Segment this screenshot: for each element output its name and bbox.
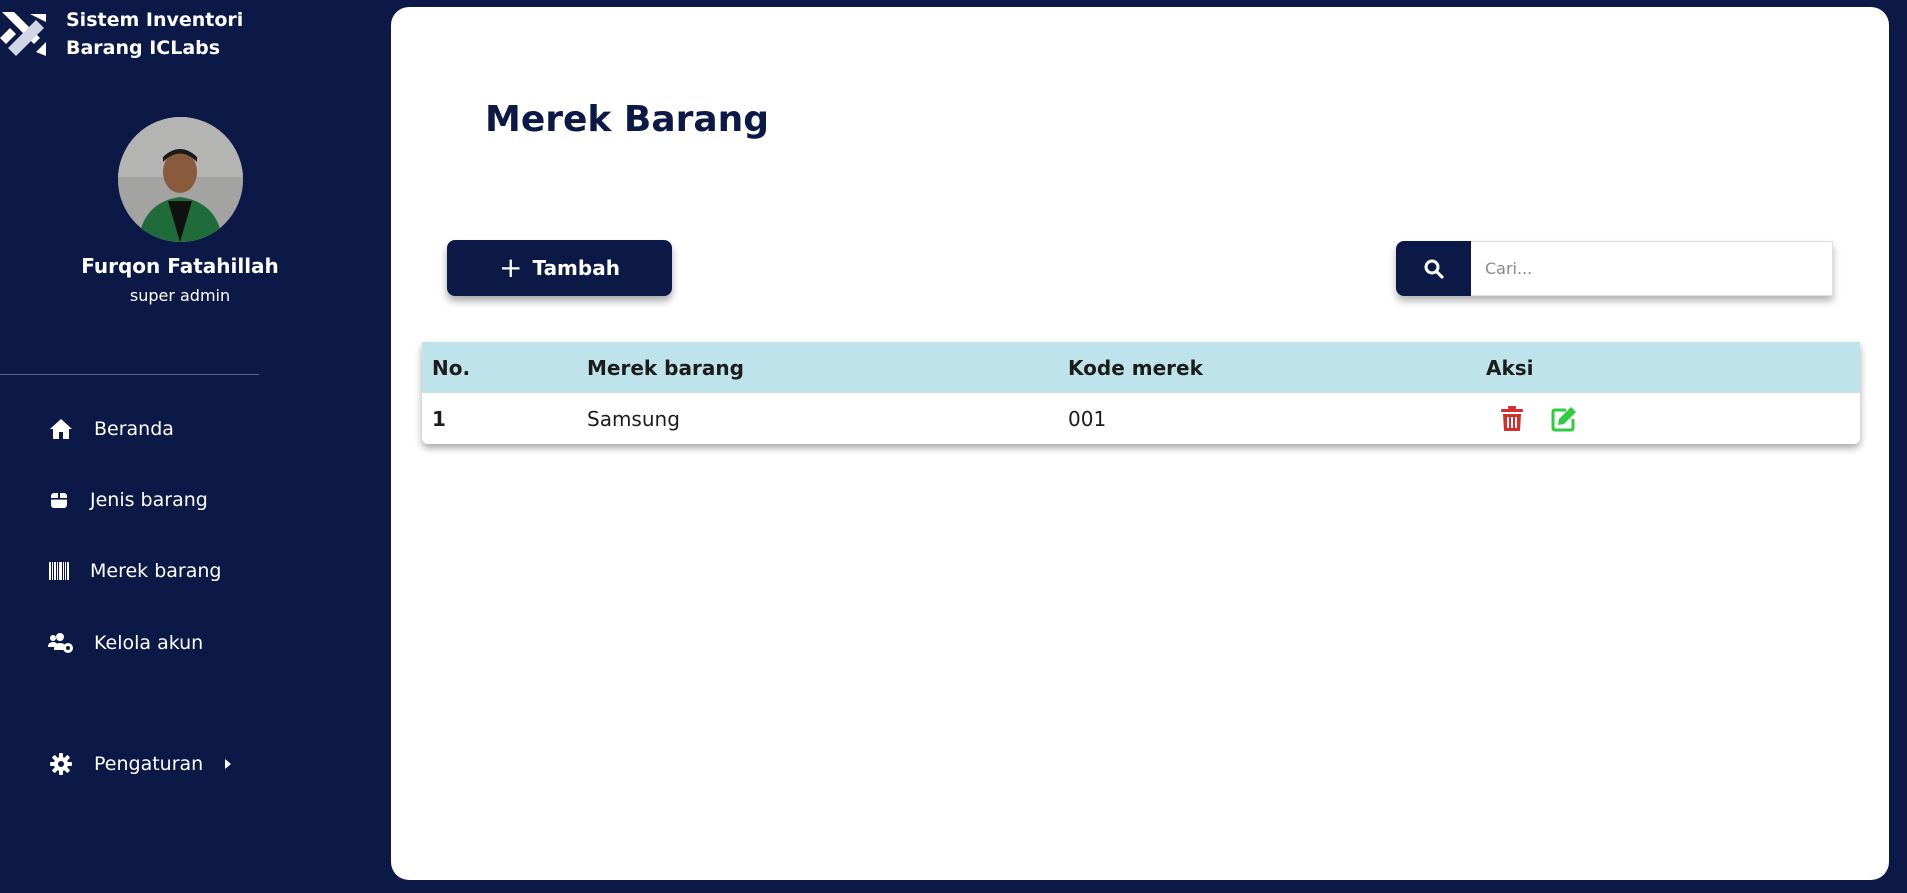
header-kode-merek: Kode merek bbox=[1068, 355, 1203, 380]
brand-table: No. Merek barang Kode merek Aksi 1 Samsu… bbox=[422, 342, 1860, 444]
sidebar-item-merek-barang[interactable]: Merek barang bbox=[48, 553, 221, 589]
table-header-row: No. Merek barang Kode merek Aksi bbox=[422, 342, 1860, 393]
cell-merek-barang: Samsung bbox=[587, 406, 680, 431]
sidebar-item-label: Beranda bbox=[94, 418, 174, 440]
header-no: No. bbox=[432, 355, 471, 380]
edit-icon bbox=[1551, 406, 1576, 431]
header-merek-barang: Merek barang bbox=[587, 355, 744, 380]
delete-button[interactable] bbox=[1501, 405, 1523, 432]
users-cog-icon bbox=[48, 630, 74, 656]
sidebar-item-jenis-barang[interactable]: Jenis barang bbox=[48, 482, 208, 518]
home-icon bbox=[48, 416, 74, 442]
cell-aksi bbox=[1476, 393, 1860, 444]
barcode-icon bbox=[48, 558, 70, 584]
sidebar-item-label: Jenis barang bbox=[90, 489, 208, 511]
search-bar bbox=[1396, 241, 1833, 296]
header-aksi: Aksi bbox=[1486, 355, 1534, 380]
user-role: super admin bbox=[129, 286, 231, 305]
sidebar-item-label: Merek barang bbox=[90, 560, 222, 582]
brand: Sistem Inventori Barang ICLabs bbox=[0, 6, 260, 62]
edit-button[interactable] bbox=[1551, 406, 1577, 432]
search-icon bbox=[1424, 259, 1444, 279]
add-button[interactable]: + Tambah bbox=[447, 240, 672, 296]
trash-icon bbox=[1501, 405, 1523, 431]
app-title: Sistem Inventori Barang ICLabs bbox=[66, 9, 244, 59]
plus-icon: + bbox=[499, 251, 523, 284]
sidebar-item-beranda[interactable]: Beranda bbox=[48, 411, 174, 447]
add-button-label: Tambah bbox=[532, 256, 620, 280]
table-row: 1 Samsung 001 bbox=[422, 393, 1860, 444]
gear-icon bbox=[48, 751, 74, 777]
sidebar: Sistem Inventori Barang ICLabs Furqon Fa… bbox=[0, 0, 390, 893]
page-title: Merek Barang bbox=[485, 99, 770, 140]
cell-kode-merek: 001 bbox=[1068, 406, 1107, 431]
sidebar-item-label: Pengaturan bbox=[94, 753, 204, 775]
caret-right-icon bbox=[225, 759, 232, 769]
sidebar-item-label: Kelola akun bbox=[94, 632, 204, 654]
sidebar-divider bbox=[0, 374, 259, 375]
app-logo bbox=[0, 12, 46, 56]
search-button[interactable] bbox=[1396, 241, 1471, 296]
cell-no: 1 bbox=[432, 406, 446, 431]
main-panel: Merek Barang + Tambah No. Merek barang K… bbox=[391, 7, 1889, 880]
sidebar-item-pengaturan[interactable]: Pengaturan bbox=[48, 746, 232, 782]
sidebar-item-kelola-akun[interactable]: Kelola akun bbox=[48, 625, 203, 661]
user-name: Furqon Fatahillah bbox=[81, 254, 279, 278]
avatar bbox=[118, 117, 243, 242]
box-icon bbox=[48, 487, 70, 513]
search-input[interactable] bbox=[1471, 241, 1833, 296]
